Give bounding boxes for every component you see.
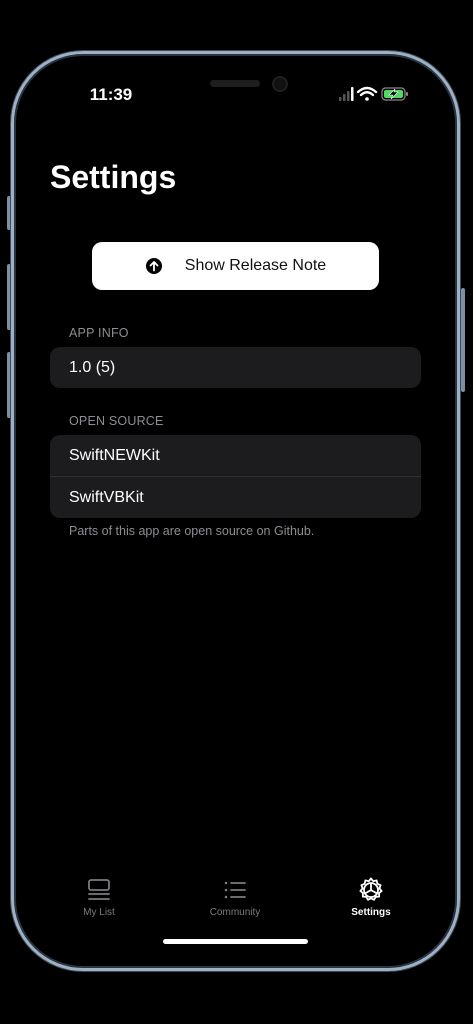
power-button: [461, 288, 465, 392]
tab-label: My List: [83, 907, 115, 918]
open-source-header: OPEN SOURCE: [69, 414, 164, 428]
home-indicator[interactable]: [163, 939, 308, 944]
cellular-signal-icon: [339, 87, 354, 101]
show-release-note-button[interactable]: Show Release Note: [92, 242, 379, 290]
open-source-item-swiftvbkit[interactable]: SwiftVBKit: [50, 476, 421, 518]
release-note-label: Show Release Note: [184, 257, 327, 274]
app-info-header: APP INFO: [69, 326, 129, 340]
page-title: Settings: [50, 159, 177, 195]
tab-label: Community: [209, 907, 261, 918]
device-page: 11:39 Settings Show Release Note APP INF…: [0, 0, 473, 1024]
battery-charging-icon: [381, 87, 408, 101]
bullet-list-icon: [222, 877, 248, 903]
list-item-label: SwiftVBKit: [69, 488, 144, 506]
gear-icon: [358, 877, 384, 903]
front-camera: [272, 76, 288, 92]
status-icons: [337, 85, 411, 103]
open-source-item-swiftnewkit[interactable]: SwiftNEWKit: [50, 435, 421, 476]
tab-community[interactable]: Community: [175, 877, 295, 918]
status-time: 11:39: [89, 85, 133, 104]
list-box-icon: [86, 877, 112, 903]
list-item-label: SwiftNEWKit: [69, 446, 160, 464]
version-row: 1.0 (5): [50, 347, 421, 388]
tab-settings[interactable]: Settings: [311, 877, 431, 918]
arrow-up-circle-icon: [145, 257, 163, 275]
tab-label: Settings: [351, 907, 391, 918]
speaker-grille: [210, 80, 260, 87]
open-source-footer: Parts of this app are open source on Git…: [69, 524, 315, 538]
wifi-icon: [356, 86, 378, 101]
app-info-group: 1.0 (5): [50, 347, 421, 388]
version-value: 1.0 (5): [69, 358, 116, 376]
screen: 11:39 Settings Show Release Note APP INF…: [19, 59, 454, 963]
open-source-group: SwiftNEWKit SwiftVBKit: [50, 435, 421, 518]
tab-my-list[interactable]: My List: [39, 877, 159, 918]
